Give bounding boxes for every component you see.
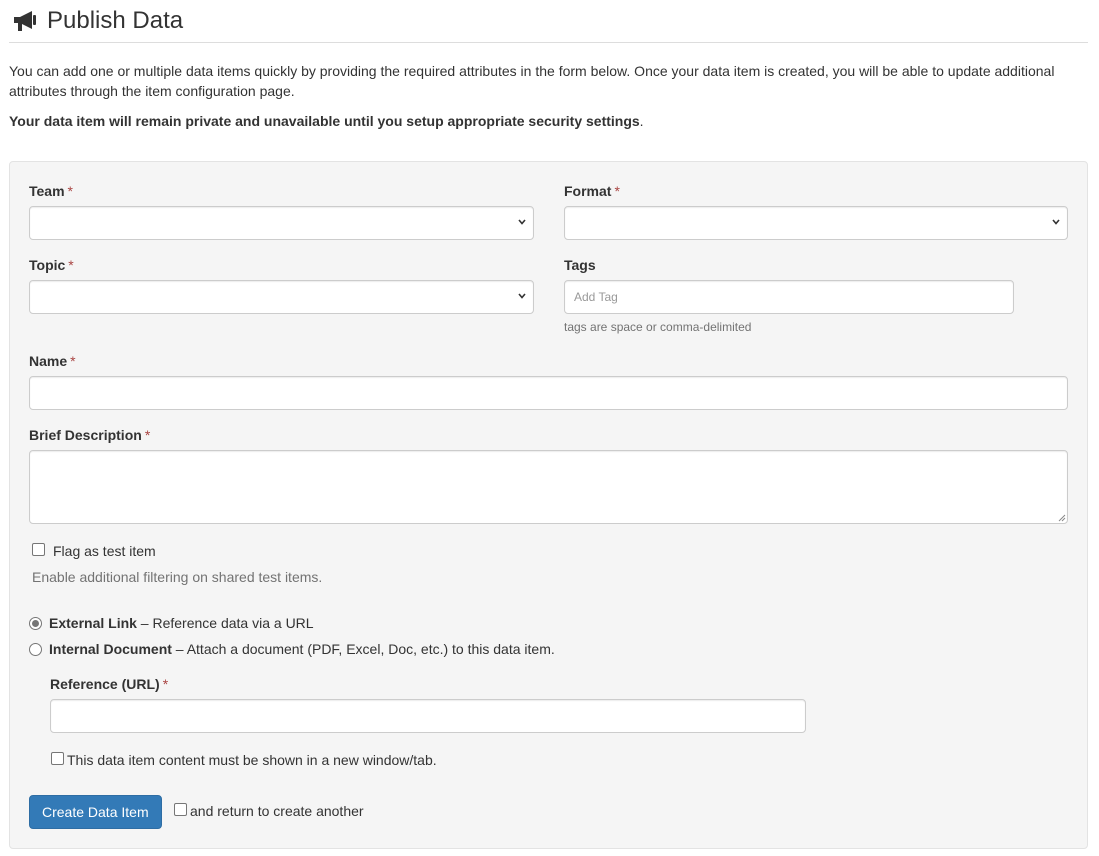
name-label-text: Name bbox=[29, 353, 68, 369]
security-warning-end: . bbox=[639, 113, 644, 129]
internal-document-desc: – Attach a document (PDF, Excel, Doc, et… bbox=[171, 641, 555, 657]
tags-label-text: Tags bbox=[564, 257, 596, 273]
required-marker: * bbox=[162, 676, 169, 692]
topic-label: Topic * bbox=[29, 256, 74, 274]
test-item-label: Flag as test item bbox=[53, 543, 156, 559]
team-label: Team * bbox=[29, 182, 73, 200]
page-title: Publish Data bbox=[47, 7, 184, 34]
publish-form-panel: Team * Format * Topic * Tags Add Tag tags a… bbox=[9, 161, 1088, 849]
description-label: Brief Description * bbox=[29, 426, 150, 444]
internal-document-option: Internal Document – Attach a document (P… bbox=[49, 640, 555, 658]
name-input[interactable] bbox=[29, 376, 1068, 410]
required-marker: * bbox=[614, 183, 620, 199]
required-marker: * bbox=[70, 353, 76, 369]
external-link-desc: – Reference data via a URL bbox=[136, 615, 314, 631]
external-link-radio[interactable] bbox=[29, 617, 42, 630]
tags-input[interactable]: Add Tag bbox=[564, 280, 1014, 314]
return-another-label: and return to create another bbox=[190, 803, 364, 819]
security-warning: Your data item will remain private and u… bbox=[9, 111, 1084, 131]
tags-label: Tags bbox=[564, 256, 596, 274]
reference-url-label: Reference (URL) * bbox=[50, 675, 168, 693]
internal-document-radio[interactable] bbox=[29, 643, 42, 656]
required-marker: * bbox=[67, 183, 73, 199]
resize-grip-icon[interactable] bbox=[1058, 514, 1066, 522]
name-label: Name * bbox=[29, 352, 76, 370]
chevron-down-icon bbox=[518, 293, 526, 299]
megaphone-icon bbox=[14, 11, 36, 31]
return-another-checkbox[interactable] bbox=[174, 803, 187, 816]
create-data-item-button[interactable]: Create Data Item bbox=[29, 795, 162, 829]
topic-select[interactable] bbox=[29, 280, 534, 314]
team-label-text: Team bbox=[29, 183, 65, 199]
tags-help-text: tags are space or comma-delimited bbox=[564, 320, 752, 334]
security-warning-bold: Your data item will remain private and u… bbox=[9, 113, 640, 129]
page-header: Publish Data bbox=[9, 0, 1088, 43]
reference-url-input[interactable] bbox=[50, 699, 806, 733]
new-window-checkbox[interactable] bbox=[51, 752, 64, 765]
intro-text: You can add one or multiple data items q… bbox=[9, 63, 1055, 99]
test-item-checkbox[interactable] bbox=[32, 543, 45, 556]
external-link-title: External Link bbox=[49, 615, 137, 631]
internal-document-title: Internal Document bbox=[49, 641, 172, 657]
description-label-text: Brief Description bbox=[29, 427, 142, 443]
format-label: Format * bbox=[564, 182, 620, 200]
required-marker: * bbox=[144, 427, 151, 443]
new-window-label: This data item content must be shown in … bbox=[67, 752, 437, 768]
chevron-down-icon bbox=[518, 219, 526, 225]
description-textarea[interactable] bbox=[29, 450, 1068, 524]
external-link-option: External Link – Reference data via a URL bbox=[49, 614, 314, 632]
format-label-text: Format bbox=[564, 183, 612, 199]
topic-label-text: Topic bbox=[29, 257, 66, 273]
test-item-help: Enable additional filtering on shared te… bbox=[32, 569, 323, 585]
reference-url-label-text: Reference (URL) bbox=[50, 676, 160, 692]
team-select[interactable] bbox=[29, 206, 534, 240]
format-select[interactable] bbox=[564, 206, 1068, 240]
chevron-down-icon bbox=[1052, 219, 1060, 225]
required-marker: * bbox=[68, 257, 74, 273]
